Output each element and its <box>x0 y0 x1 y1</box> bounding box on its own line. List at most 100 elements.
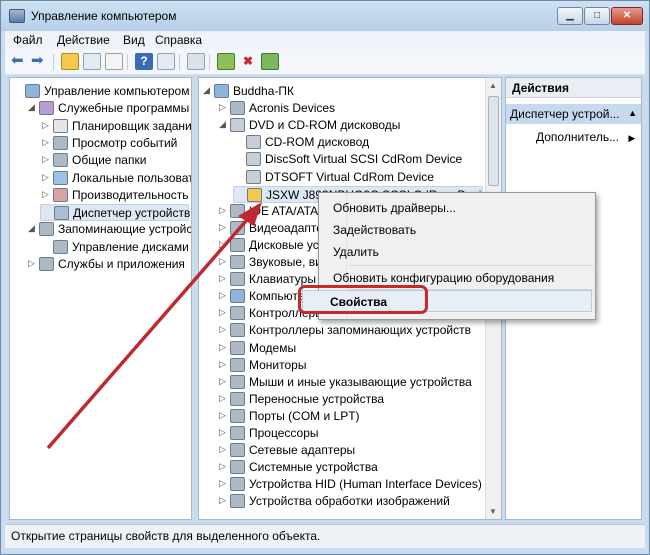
console-tree-row[interactable]: ▷ Просмотр событий <box>40 135 189 152</box>
expand-icon[interactable]: ▷ <box>219 324 228 335</box>
title-bar[interactable]: Управление компьютером ▁ □ ✕ <box>1 1 649 31</box>
console-tree-row[interactable]: ▷ Планировщик заданий <box>40 118 191 135</box>
device-tree-row[interactable]: ▷ Контроллеры запоминающих устройств <box>217 322 483 339</box>
console-tree-label: Управление дисками <box>72 239 189 254</box>
device-tree-label: DiscSoft Virtual SCSI CdRom Device <box>265 152 463 167</box>
console-tree-row[interactable]: ▷ Локальные пользовате <box>40 170 192 187</box>
device-tree-row[interactable]: ▷ Устройства HID (Human Interface Devices… <box>217 476 483 493</box>
expand-icon[interactable]: ▷ <box>219 239 228 250</box>
show-action-pane-icon[interactable] <box>157 53 175 70</box>
menu-view[interactable]: Вид <box>123 33 145 47</box>
network-adapter-icon <box>230 443 245 458</box>
menu-enable-device[interactable]: Задействовать <box>333 223 416 237</box>
expand-icon[interactable]: ▷ <box>42 154 51 165</box>
help-icon[interactable]: ? <box>135 53 153 70</box>
menu-update-drivers[interactable]: Обновить драйверы... <box>333 201 456 215</box>
console-tree-row[interactable]: ▷ Производительность <box>40 187 189 204</box>
device-tree-row[interactable]: ▷ Модемы <box>217 340 483 357</box>
expand-icon[interactable]: ▷ <box>219 495 228 506</box>
services-icon <box>39 257 54 271</box>
device-tree-row[interactable]: ▷ Acronis Devices <box>217 100 483 117</box>
collapse-icon[interactable]: ◢ <box>219 119 228 130</box>
tools-icon <box>39 101 54 116</box>
menu-help[interactable]: Справка <box>155 33 202 47</box>
shared-folders-icon <box>53 153 68 168</box>
maximize-button[interactable]: □ <box>584 7 610 25</box>
expand-icon[interactable]: ▷ <box>42 172 51 183</box>
expand-icon[interactable]: ▷ <box>219 290 228 301</box>
update-driver-icon[interactable] <box>217 53 235 70</box>
device-tree-row[interactable]: ▷ Сетевые адаптеры <box>217 442 483 459</box>
device-tree-row[interactable]: CD-ROM дисковод <box>233 134 483 151</box>
monitor-icon <box>230 357 245 372</box>
expand-icon[interactable]: ▷ <box>219 342 228 353</box>
collapse-icon[interactable]: ◢ <box>28 102 37 113</box>
console-tree-pane[interactable]: Управление компьютером (л ◢ Служебные прог… <box>9 77 192 520</box>
scan-hardware-icon[interactable] <box>187 53 205 70</box>
expand-icon[interactable]: ▷ <box>219 461 228 472</box>
expand-icon[interactable]: ▷ <box>219 410 228 421</box>
collapse-icon[interactable]: ◢ <box>28 223 37 234</box>
menu-file[interactable]: Файл <box>13 33 43 47</box>
expand-icon[interactable]: ▷ <box>42 189 51 200</box>
menu-action[interactable]: Действие <box>57 33 110 47</box>
console-tree-row[interactable]: Диспетчер устройств <box>40 204 190 222</box>
console-tree-row[interactable]: ▷ Общие папки <box>40 152 189 169</box>
console-tree-row[interactable]: ▷ Службы и приложения <box>26 256 189 273</box>
properties-icon[interactable] <box>105 53 123 70</box>
expand-icon[interactable]: ▷ <box>219 273 228 284</box>
expand-icon[interactable]: ▷ <box>219 444 228 455</box>
device-tree-row[interactable]: ▷ Устройства обработки изображений <box>217 493 483 510</box>
device-tree-row[interactable]: DiscSoft Virtual SCSI CdRom Device <box>233 151 483 168</box>
dvd-drive-icon <box>230 118 245 133</box>
device-tree-row[interactable]: DTSOFT Virtual CdRom Device <box>233 169 483 186</box>
expand-icon[interactable]: ▷ <box>219 359 228 370</box>
expand-icon[interactable]: ▷ <box>219 427 228 438</box>
expand-icon[interactable]: ▷ <box>219 256 228 267</box>
expand-icon[interactable]: ▷ <box>28 258 37 269</box>
expand-icon[interactable]: ▷ <box>42 120 51 131</box>
actions-device-manager[interactable]: Диспетчер устрой... ▲ <box>506 104 641 124</box>
enable-device-icon[interactable] <box>261 53 279 70</box>
show-tree-icon[interactable] <box>83 53 101 70</box>
device-tree-row[interactable]: ▷ Мониторы <box>217 357 483 374</box>
expand-icon[interactable]: ▷ <box>219 376 228 387</box>
expand-icon[interactable]: ▷ <box>219 478 228 489</box>
expand-icon[interactable]: ▷ <box>219 205 228 216</box>
device-tree-row[interactable]: ▷ Переносные устройства <box>217 391 483 408</box>
scrollbar-thumb[interactable] <box>488 96 499 186</box>
expand-icon[interactable]: ▷ <box>219 393 228 404</box>
device-tree-label: Порты (COM и LPT) <box>249 408 360 423</box>
computer-icon <box>214 84 229 98</box>
device-tree-label: Процессоры <box>249 426 319 440</box>
device-tree-row[interactable]: ▷ Процессоры <box>217 425 483 442</box>
console-tree-row[interactable]: Управление дисками <box>40 239 189 256</box>
device-tree-row[interactable]: ▷ Мыши и иные указывающие устройства <box>217 374 483 391</box>
back-icon[interactable]: ⬅ <box>11 53 29 70</box>
actions-header: Действия <box>506 78 641 98</box>
device-tree-row[interactable]: ◢ Buddha-ПК <box>201 83 483 100</box>
collapse-up-icon[interactable]: ▲ <box>628 108 637 118</box>
console-tree-label: Общие папки <box>72 153 147 168</box>
up-folder-icon[interactable] <box>61 53 79 70</box>
collapse-icon[interactable]: ◢ <box>203 85 212 96</box>
minimize-button[interactable]: ▁ <box>557 7 583 25</box>
console-tree-row[interactable]: ◢ Служебные программы <box>26 100 189 117</box>
device-tree-row[interactable]: ◢ DVD и CD-ROM дисководы <box>217 117 483 134</box>
menu-uninstall[interactable]: Удалить <box>333 245 379 259</box>
mouse-icon <box>230 374 245 389</box>
menu-scan-hardware[interactable]: Обновить конфигурацию оборудования <box>333 271 554 285</box>
expand-icon[interactable]: ▷ <box>219 307 228 318</box>
uninstall-icon[interactable]: ✖ <box>239 53 257 70</box>
close-button[interactable]: ✕ <box>611 7 643 25</box>
forward-icon[interactable]: ➡ <box>31 53 49 70</box>
device-tree-row[interactable]: ▷ Системные устройства <box>217 459 483 476</box>
expand-icon[interactable]: ▷ <box>219 222 228 233</box>
console-tree-label: Локальные пользовате <box>72 170 192 185</box>
console-tree-row[interactable]: Управление компьютером (л <box>12 83 191 100</box>
actions-more[interactable]: Дополнитель... ▶ <box>536 130 635 144</box>
console-tree-row[interactable]: ◢ Запоминающие устройства <box>26 221 191 238</box>
expand-icon[interactable]: ▷ <box>42 137 51 148</box>
device-tree-row[interactable]: ▷ Порты (COM и LPT) <box>217 408 483 425</box>
expand-icon[interactable]: ▷ <box>219 102 228 113</box>
